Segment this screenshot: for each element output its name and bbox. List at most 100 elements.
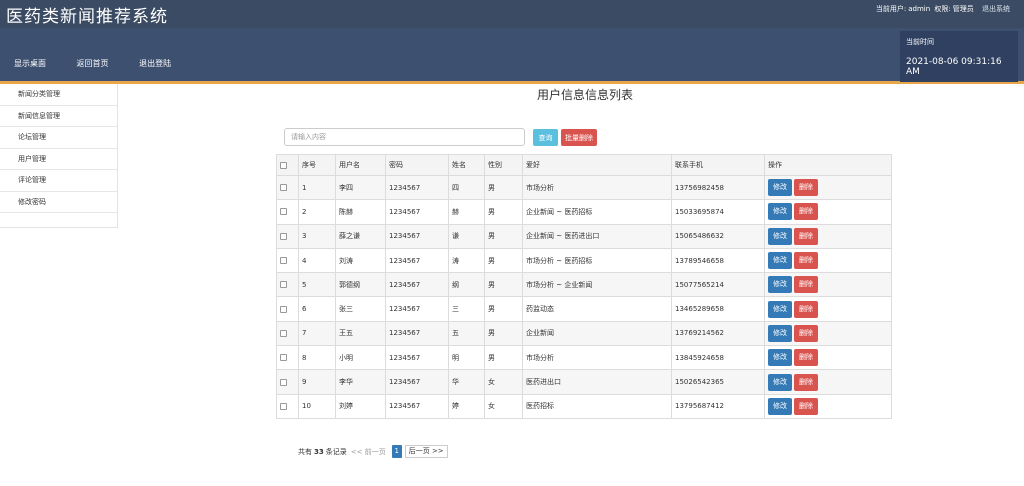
delete-button[interactable]: 删除	[794, 324, 818, 342]
nav-show-desktop[interactable]: 显示桌面	[14, 59, 46, 68]
row-checkbox[interactable]	[280, 354, 287, 362]
cell-phone: 13769214562	[671, 320, 765, 347]
cell-hobby: 企业新闻 ~ 医药进出口	[522, 223, 672, 249]
row-checkbox[interactable]	[280, 208, 287, 216]
cell-hobby: 市场分析 ~ 医药招标	[522, 247, 672, 274]
cell-name: 五	[448, 320, 485, 347]
cell-hobby: 市场分析	[522, 345, 672, 371]
row-checkbox[interactable]	[280, 378, 287, 386]
delete-button[interactable]: 删除	[794, 276, 818, 294]
cell-gender: 男	[484, 345, 523, 371]
delete-button[interactable]: 删除	[794, 300, 818, 318]
role-name: 管理员	[952, 5, 974, 13]
select-all-cell	[276, 154, 299, 176]
edit-button[interactable]: 修改	[768, 276, 792, 294]
table-row: 10 刘婷 1234567 婷女医药招标 13795687412 修改 删除	[276, 393, 892, 419]
select-all-checkbox[interactable]	[280, 161, 287, 169]
cell-password: 1234567	[385, 320, 449, 347]
edit-button[interactable]: 修改	[768, 179, 792, 197]
sidebar-item-change-password[interactable]: 修改密码	[0, 192, 117, 213]
cell-phone: 13795687412	[671, 393, 765, 419]
row-checkbox[interactable]	[280, 281, 287, 289]
nav-back-home[interactable]: 返回首页	[77, 59, 109, 68]
cell-username: 李华	[335, 369, 386, 395]
cell-gender: 男	[484, 223, 523, 249]
cell-actions: 修改 删除	[764, 223, 892, 249]
table-row: 5 郭德纲 1234567 纲男市场分析 ~ 企业新闻 15077565214 修改 删除	[276, 272, 892, 298]
row-checkbox[interactable]	[280, 329, 287, 337]
cell-gender: 男	[484, 320, 523, 347]
cell-actions: 修改 删除	[764, 320, 892, 347]
next-page-button[interactable]: 后一页 >>	[404, 445, 448, 458]
delete-button[interactable]: 删除	[794, 179, 818, 197]
cell-actions: 修改 删除	[764, 199, 892, 225]
nav-logout[interactable]: 退出登陆	[139, 59, 171, 68]
total-prefix: 共有	[298, 447, 312, 456]
table-row: 1 李四 1234567 四男市场分析 13756982458 修改 删除	[276, 174, 892, 201]
search-input[interactable]	[284, 128, 525, 146]
row-checkbox[interactable]	[280, 184, 287, 192]
cell-password: 1234567	[385, 199, 449, 225]
col-header-hobby: 爱好	[522, 154, 672, 176]
edit-button[interactable]: 修改	[768, 252, 792, 270]
edit-button[interactable]: 修改	[768, 227, 792, 245]
cell-name: 谦	[448, 223, 485, 249]
role-label: 权限:	[934, 5, 951, 13]
cell-username: 刘婷	[335, 393, 386, 419]
clock-label: 当前时间	[906, 38, 934, 46]
cell-index: 5	[298, 272, 336, 298]
delete-button[interactable]: 删除	[794, 373, 818, 391]
delete-button[interactable]: 删除	[794, 203, 818, 221]
edit-button[interactable]: 修改	[768, 324, 792, 342]
batch-delete-button[interactable]: 批量删除	[561, 129, 597, 146]
delete-button[interactable]: 删除	[794, 397, 818, 415]
table-row: 2 陈赫 1234567 赫男企业新闻 ~ 医药招标 15033695874 修改 删除	[276, 199, 892, 225]
cell-password: 1234567	[385, 272, 449, 298]
cell-gender: 男	[484, 247, 523, 274]
delete-button[interactable]: 删除	[794, 227, 818, 245]
table-row: 9 李华 1234567 华女医药进出口 15026542365 修改 删除	[276, 369, 892, 395]
row-select-cell	[276, 296, 299, 322]
table-row: 7 王五 1234567 五男企业新闻 13769214562 修改 删除	[276, 320, 892, 347]
cell-username: 王五	[335, 320, 386, 347]
edit-button[interactable]: 修改	[768, 397, 792, 415]
cell-hobby: 市场分析	[522, 174, 672, 201]
cell-index: 1	[298, 174, 336, 201]
current-page[interactable]: 1	[391, 445, 402, 458]
cell-index: 4	[298, 247, 336, 274]
row-select-cell	[276, 272, 299, 298]
sidebar-item-news-info[interactable]: 新闻信息管理	[0, 106, 117, 127]
row-checkbox[interactable]	[280, 232, 287, 240]
cell-hobby: 医药招标	[522, 393, 672, 419]
cell-username: 刘涛	[335, 247, 386, 274]
sidebar-item-comments[interactable]: 评论管理	[0, 170, 117, 192]
edit-button[interactable]: 修改	[768, 203, 792, 221]
logout-link[interactable]: 退出系统	[982, 5, 1010, 13]
search-button[interactable]: 查询	[533, 129, 558, 146]
user-label: 当前用户:	[875, 5, 907, 13]
edit-button[interactable]: 修改	[768, 300, 792, 318]
col-header-index: 序号	[298, 154, 336, 176]
sidebar-item-news-category[interactable]: 新闻分类管理	[0, 84, 117, 106]
table-header-row: 序号 用户名 密码 姓名 性别 爱好 联系手机 操作	[276, 154, 892, 176]
cell-password: 1234567	[385, 247, 449, 274]
prev-page-link[interactable]: << 前一页	[351, 447, 386, 457]
row-select-cell	[276, 345, 299, 371]
row-checkbox[interactable]	[280, 257, 287, 265]
sidebar-item-users[interactable]: 用户管理	[0, 149, 117, 170]
user-table: 序号 用户名 密码 姓名 性别 爱好 联系手机 操作 1 李四 1234567 四男市…	[276, 154, 892, 419]
cell-hobby: 企业新闻	[522, 320, 672, 347]
row-checkbox[interactable]	[280, 305, 287, 313]
sidebar-item-forum[interactable]: 论坛管理	[0, 127, 117, 149]
cell-gender: 男	[484, 296, 523, 322]
col-header-actions: 操作	[764, 154, 892, 176]
row-checkbox[interactable]	[280, 402, 287, 410]
delete-button[interactable]: 删除	[794, 349, 818, 367]
row-select-cell	[276, 320, 299, 347]
cell-gender: 男	[484, 272, 523, 298]
table-row: 4 刘涛 1234567 涛男市场分析 ~ 医药招标 13789546658 修改 删除	[276, 247, 892, 274]
edit-button[interactable]: 修改	[768, 373, 792, 391]
delete-button[interactable]: 删除	[794, 252, 818, 270]
nav-links: 显示桌面 返回首页 退出登陆	[14, 58, 199, 69]
edit-button[interactable]: 修改	[768, 349, 792, 367]
